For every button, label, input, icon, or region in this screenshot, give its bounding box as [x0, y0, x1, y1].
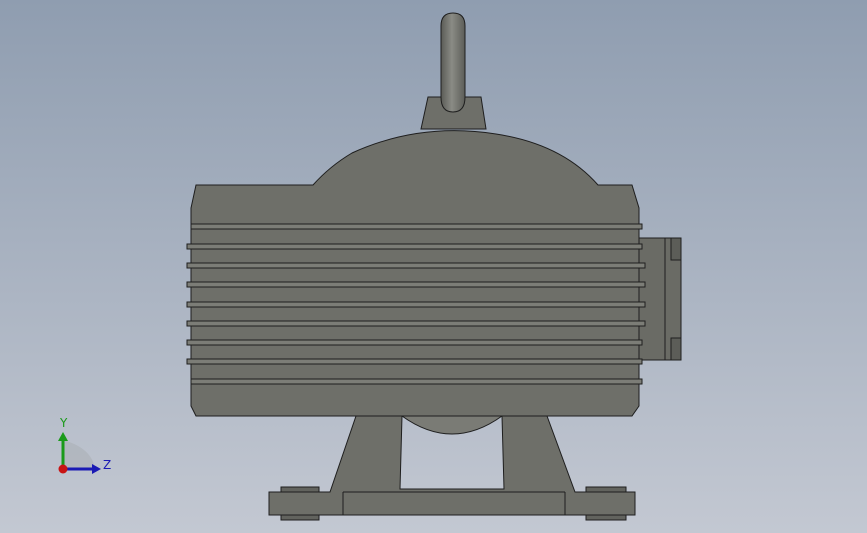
3d-viewport[interactable]: Y Z	[0, 0, 867, 533]
triad-plane-shading	[63, 440, 95, 469]
axis-triad: Y Z	[58, 416, 111, 474]
z-axis-label: Z	[103, 458, 111, 472]
x-axis-point	[58, 464, 68, 474]
y-axis-arrow	[58, 432, 68, 441]
y-axis-label: Y	[59, 416, 68, 430]
z-axis-arrow	[92, 464, 101, 474]
